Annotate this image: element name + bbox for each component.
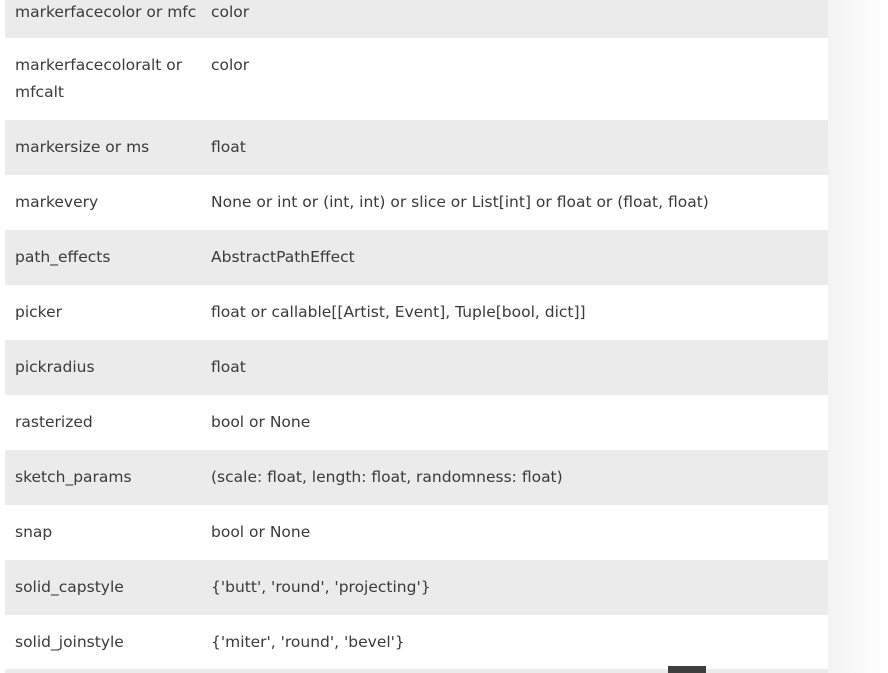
properties-table: markerfacecolor or mfc color markerfacec… [5, 0, 828, 670]
property-cell: markerfacecoloralt or mfcalt [15, 56, 183, 101]
property-cell: rasterized [15, 413, 93, 431]
description-cell: bool or None [211, 413, 311, 431]
property-cell: solid_capstyle [15, 578, 124, 596]
property-cell: snap [15, 523, 53, 541]
property-cell: solid_joinstyle [15, 633, 124, 651]
property-cell: markerfacecolor or mfc [15, 3, 197, 21]
description-cell: color [211, 3, 250, 21]
property-cell: markersize or ms [15, 138, 150, 156]
table-row: markerfacecoloralt or mfcalt color [5, 38, 828, 120]
description-cell: {'butt', 'round', 'projecting'} [211, 578, 431, 596]
description-cell: float [211, 358, 246, 376]
table-row: solid_capstyle {'butt', 'round', 'projec… [5, 560, 828, 615]
table-row: markevery None or int or (int, int) or s… [5, 175, 828, 230]
description-cell: AbstractPathEffect [211, 248, 355, 266]
property-cell: path_effects [15, 248, 111, 266]
table-row: path_effects AbstractPathEffect [5, 230, 828, 285]
property-cell: markevery [15, 193, 99, 211]
table-row: pickradius float [5, 340, 828, 395]
table-row: picker float or callable[[Artist, Event]… [5, 285, 828, 340]
description-cell: float [211, 138, 246, 156]
property-cell: pickradius [15, 358, 95, 376]
table-row: markerfacecolor or mfc color [5, 0, 828, 38]
table-row: snap bool or None [5, 505, 828, 560]
horizontal-scrollbar-thumb[interactable] [668, 666, 706, 673]
property-cell: picker [15, 303, 62, 321]
description-cell: bool or None [211, 523, 311, 541]
table-row: rasterized bool or None [5, 395, 828, 450]
property-cell: sketch_params [15, 468, 132, 486]
description-cell: {'miter', 'round', 'bevel'} [211, 633, 405, 651]
page-side-gutter [828, 0, 888, 673]
description-cell: None or int or (int, int) or slice or Li… [211, 193, 709, 211]
table-row: solid_joinstyle {'miter', 'round', 'beve… [5, 615, 828, 670]
description-cell: float or callable[[Artist, Event], Tuple… [211, 303, 586, 321]
table-row: sketch_params (scale: float, length: flo… [5, 450, 828, 505]
description-cell: (scale: float, length: float, randomness… [211, 468, 563, 486]
table-row: markersize or ms float [5, 120, 828, 175]
description-cell: color [211, 56, 250, 74]
